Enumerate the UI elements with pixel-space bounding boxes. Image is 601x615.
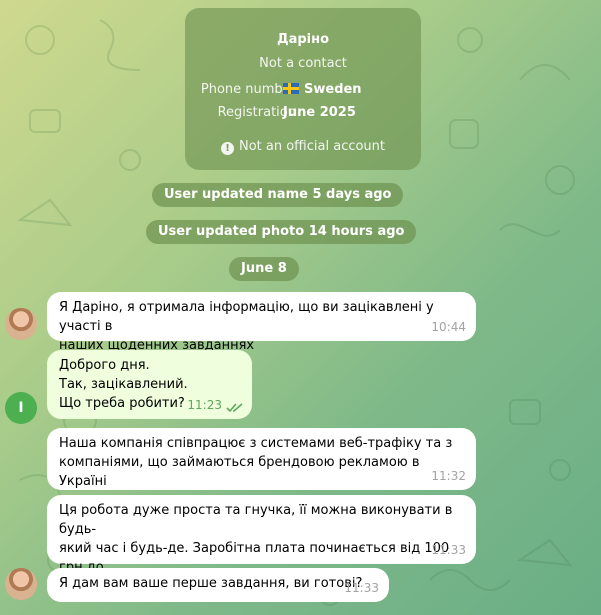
- message-time: 11:33: [431, 543, 466, 557]
- sweden-flag-icon: [283, 83, 299, 94]
- message-time: 11:23: [187, 398, 222, 412]
- my-avatar[interactable]: I: [5, 392, 37, 424]
- message-bubble-4[interactable]: Ця робота дуже проста та гнучка, її можн…: [47, 495, 476, 594]
- exclamation-icon: !: [220, 142, 234, 155]
- official-note-text: Not an official account: [238, 139, 386, 154]
- phone-label: Phone number: [200, 82, 296, 97]
- contact-info-card: Даріно Not a contact Phone number Sweden…: [185, 8, 421, 170]
- date-separator: June 8: [229, 257, 299, 281]
- service-photo-update: User updated photo 14 hours ago: [146, 220, 417, 244]
- contact-status: Not a contact: [259, 56, 347, 71]
- contact-avatar[interactable]: [5, 568, 37, 600]
- message-time: 11:33: [344, 581, 379, 595]
- registration-value: June 2025: [283, 105, 356, 120]
- double-check-icon: [226, 403, 243, 413]
- message-bubble-5[interactable]: Я дам вам ваше перше завдання, ви готові…: [47, 568, 389, 602]
- message-text: Я дам вам ваше перше завдання, ви готові…: [59, 576, 363, 591]
- service-name-update: User updated name 5 days ago: [152, 183, 404, 207]
- message-time: 10:44: [431, 320, 466, 334]
- message-bubble-1[interactable]: Я Даріно, я отримала інформацію, що ви з…: [47, 292, 476, 353]
- message-bubble-3[interactable]: Наша компанія співпрацює з системами веб…: [47, 428, 476, 490]
- message-time: 11:32: [431, 469, 466, 483]
- contact-name: Даріно: [276, 32, 330, 47]
- message-text: Наша компанія співпрацює з системами веб…: [59, 436, 453, 489]
- official-note: ! Not an official account: [185, 139, 421, 155]
- message-text: Я Даріно, я отримала інформацію, що ви з…: [59, 300, 434, 353]
- contact-avatar[interactable]: [5, 308, 37, 340]
- phone-value: Sweden: [304, 82, 362, 97]
- message-bubble-2[interactable]: Доброго дня. Так, зацікавлений. Що треба…: [47, 350, 252, 419]
